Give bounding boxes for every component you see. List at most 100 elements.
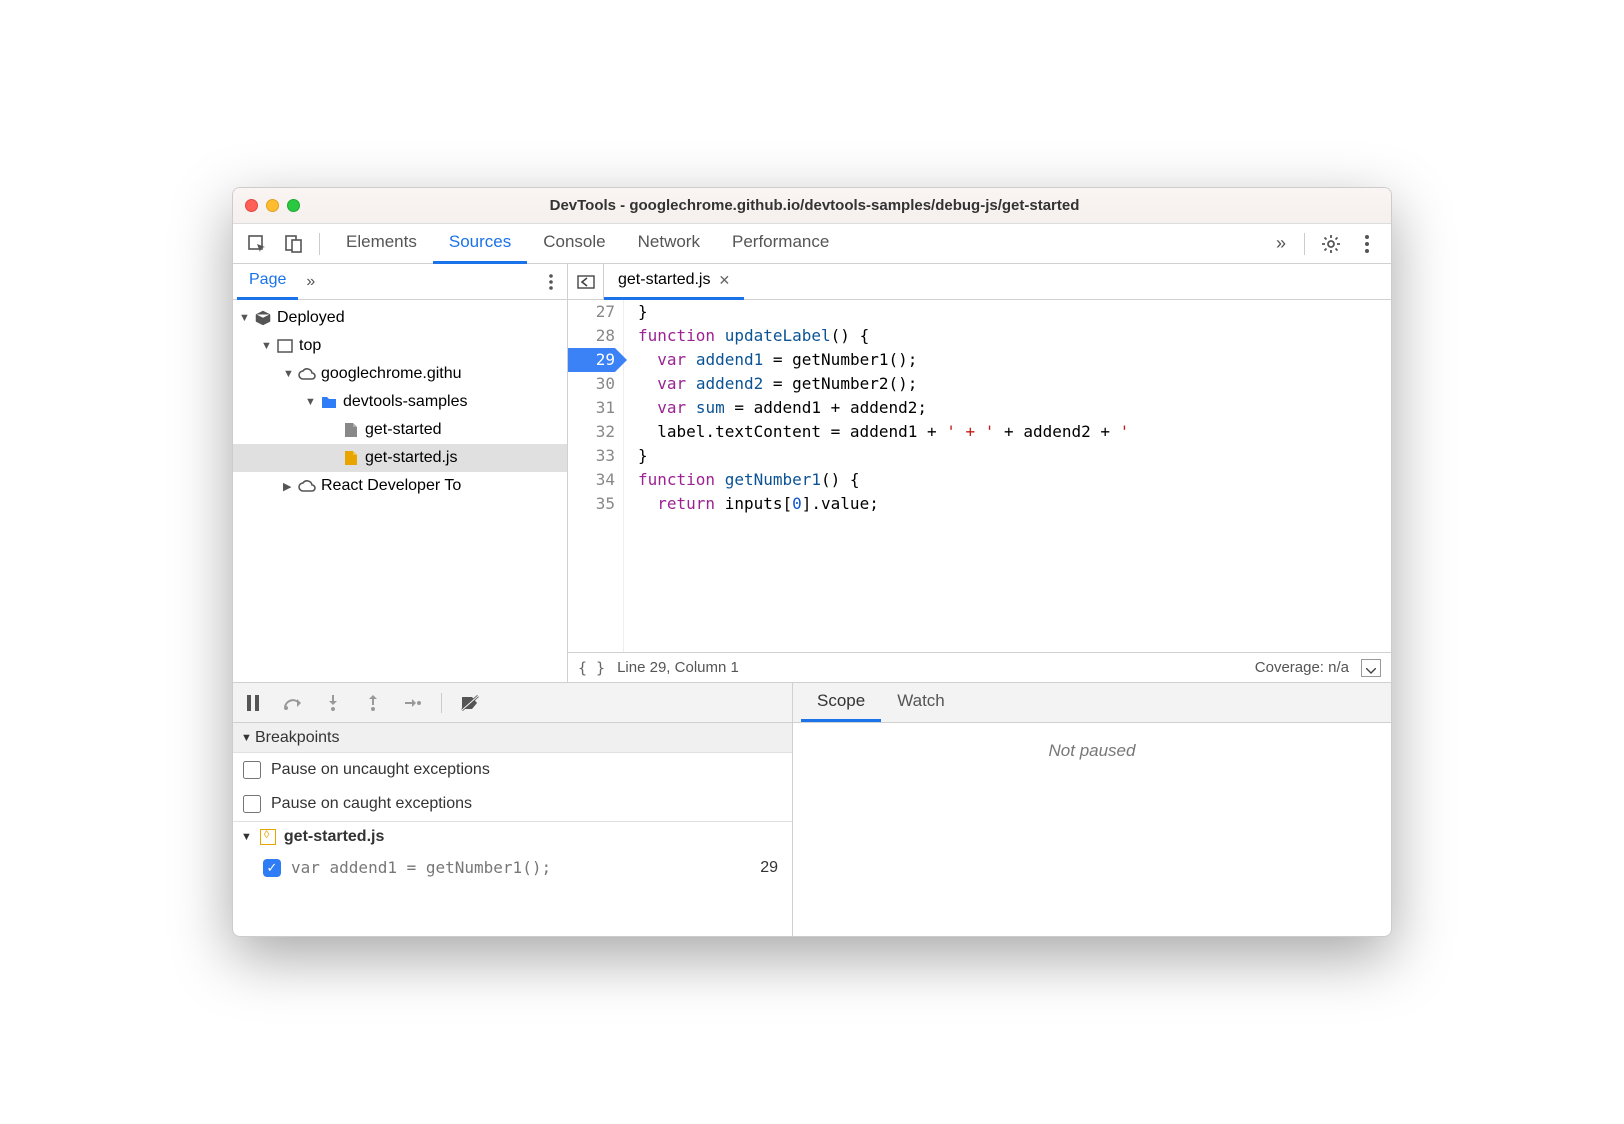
editor-tab-active[interactable]: get-started.js ✕ <box>604 264 744 300</box>
tree-item[interactable]: ▶ React Developer To <box>233 472 567 500</box>
step-icon[interactable] <box>401 691 425 715</box>
tab-elements[interactable]: Elements <box>330 224 433 264</box>
pause-resume-icon[interactable] <box>241 691 265 715</box>
js-file-icon <box>260 829 276 845</box>
expand-arrow-icon: ▼ <box>239 312 253 324</box>
line-number[interactable]: 28 <box>568 324 615 348</box>
step-into-icon[interactable] <box>321 691 345 715</box>
editor-tab-label: get-started.js <box>618 271 710 289</box>
sidebar-tab-page[interactable]: Page <box>237 264 298 300</box>
tree-item-label: googlechrome.githu <box>321 365 462 383</box>
tab-console[interactable]: Console <box>527 224 621 264</box>
code-line[interactable]: label.textContent = addend1 + ' + ' + ad… <box>638 420 1391 444</box>
cloud-icon <box>297 479 317 493</box>
tree-item[interactable]: get-started <box>233 416 567 444</box>
debugger-pane: ▼ Breakpoints Pause on uncaught exceptio… <box>233 683 793 936</box>
code-line[interactable]: } <box>638 300 1391 324</box>
folder-icon <box>319 395 339 409</box>
maximize-window-button[interactable] <box>287 199 300 212</box>
pause-caught-row[interactable]: Pause on caught exceptions <box>233 787 792 821</box>
line-number[interactable]: 35 <box>568 492 615 516</box>
device-toolbar-icon[interactable] <box>277 228 309 260</box>
tabs-overflow-button[interactable]: » <box>1268 233 1294 254</box>
file-tree[interactable]: ▼ Deployed ▼top ▼ googlechrome.githu ▼ devtool… <box>233 300 567 682</box>
editor-nav-back-icon[interactable] <box>568 264 604 300</box>
tree-item[interactable]: ▼top <box>233 332 567 360</box>
pretty-print-icon[interactable]: { } <box>578 659 605 677</box>
line-number[interactable]: 30 <box>568 372 615 396</box>
expand-arrow-icon: ▼ <box>283 368 297 380</box>
pause-caught-checkbox[interactable] <box>243 795 261 813</box>
breakpoint-file-header[interactable]: ▼ get-started.js <box>233 821 792 851</box>
line-number[interactable]: 33 <box>568 444 615 468</box>
tree-item-label: devtools-samples <box>343 393 468 411</box>
doc-icon <box>341 422 361 438</box>
scope-pane: ScopeWatch Not paused <box>793 683 1391 936</box>
tree-item-label: Deployed <box>277 309 345 327</box>
breakpoint-line-number: 29 <box>760 859 782 877</box>
close-window-button[interactable] <box>245 199 258 212</box>
tree-item-label: get-started.js <box>365 449 457 467</box>
js-icon <box>341 450 361 466</box>
breakpoint-code-text: var addend1 = getNumber1(); <box>291 856 750 880</box>
breakpoint-enabled-checkbox[interactable]: ✓ <box>263 859 281 877</box>
deactivate-breakpoints-icon[interactable] <box>458 691 482 715</box>
code-line[interactable]: } <box>638 444 1391 468</box>
expand-arrow-icon: ▼ <box>305 396 319 408</box>
code-line[interactable]: var addend2 = getNumber2(); <box>638 372 1391 396</box>
line-number[interactable]: 31 <box>568 396 615 420</box>
tab-network[interactable]: Network <box>622 224 716 264</box>
tree-item-label: React Developer To <box>321 477 461 495</box>
frame-icon <box>275 339 295 353</box>
pause-uncaught-checkbox[interactable] <box>243 761 261 779</box>
tab-sources[interactable]: Sources <box>433 224 527 264</box>
code-content[interactable]: }function updateLabel() { var addend1 = … <box>624 300 1391 652</box>
minimize-window-button[interactable] <box>266 199 279 212</box>
sidebar-tabstrip: Page » <box>233 264 567 300</box>
tree-item[interactable]: ▼ devtools-samples <box>233 388 567 416</box>
scope-tab-scope[interactable]: Scope <box>801 682 881 722</box>
line-number[interactable]: 32 <box>568 420 615 444</box>
code-line[interactable]: function getNumber1() { <box>638 468 1391 492</box>
tab-performance[interactable]: Performance <box>716 224 845 264</box>
cursor-position: Line 29, Column 1 <box>617 659 739 676</box>
coverage-status: Coverage: n/a <box>1255 659 1349 676</box>
tree-item-label: get-started <box>365 421 441 439</box>
editor-statusbar: { } Line 29, Column 1 Coverage: n/a <box>568 652 1391 682</box>
sources-sidebar: Page » ▼Deployed▼top▼googlechrome.githu▼… <box>233 264 568 682</box>
code-line[interactable]: function updateLabel() { <box>638 324 1391 348</box>
kebab-menu-icon[interactable] <box>1351 228 1383 260</box>
breakpoint-entry[interactable]: ✓ var addend1 = getNumber1(); 29 <box>233 851 792 885</box>
step-over-icon[interactable] <box>281 691 305 715</box>
window-title: DevTools - googlechrome.github.io/devtoo… <box>300 197 1329 214</box>
window-titlebar: DevTools - googlechrome.github.io/devtoo… <box>233 188 1391 224</box>
breakpoints-section-header[interactable]: ▼ Breakpoints <box>233 723 792 753</box>
tree-item[interactable]: get-started.js <box>233 444 567 472</box>
tree-item[interactable]: ▼ googlechrome.githu <box>233 360 567 388</box>
tree-item-label: top <box>299 337 321 355</box>
code-line[interactable]: var sum = addend1 + addend2; <box>638 396 1391 420</box>
line-gutter[interactable]: 272829303132333435 <box>568 300 624 652</box>
pause-caught-label: Pause on caught exceptions <box>271 795 472 813</box>
scope-tab-watch[interactable]: Watch <box>881 682 961 722</box>
close-tab-icon[interactable]: ✕ <box>718 272 730 289</box>
statusbar-menu-icon[interactable] <box>1361 659 1381 677</box>
code-line[interactable]: var addend1 = getNumber1(); <box>638 348 1391 372</box>
sidebar-kebab-icon[interactable] <box>539 274 563 290</box>
breakpoints-header-label: Breakpoints <box>255 729 340 747</box>
tree-item[interactable]: ▼ Deployed <box>233 304 567 332</box>
expand-arrow-icon: ▶ <box>283 480 297 493</box>
code-editor: get-started.js ✕ 272829303132333435 }fun… <box>568 264 1391 682</box>
step-out-icon[interactable] <box>361 691 385 715</box>
code-line[interactable]: return inputs[0].value; <box>638 492 1391 516</box>
pause-uncaught-row[interactable]: Pause on uncaught exceptions <box>233 753 792 787</box>
line-number[interactable]: 29 <box>568 348 615 372</box>
settings-gear-icon[interactable] <box>1315 228 1347 260</box>
inspect-element-icon[interactable] <box>241 228 273 260</box>
traffic-lights <box>245 199 300 212</box>
sidebar-overflow-button[interactable]: » <box>298 273 323 291</box>
line-number[interactable]: 34 <box>568 468 615 492</box>
pause-uncaught-label: Pause on uncaught exceptions <box>271 761 490 779</box>
collapse-arrow-icon: ▼ <box>241 732 255 744</box>
line-number[interactable]: 27 <box>568 300 615 324</box>
